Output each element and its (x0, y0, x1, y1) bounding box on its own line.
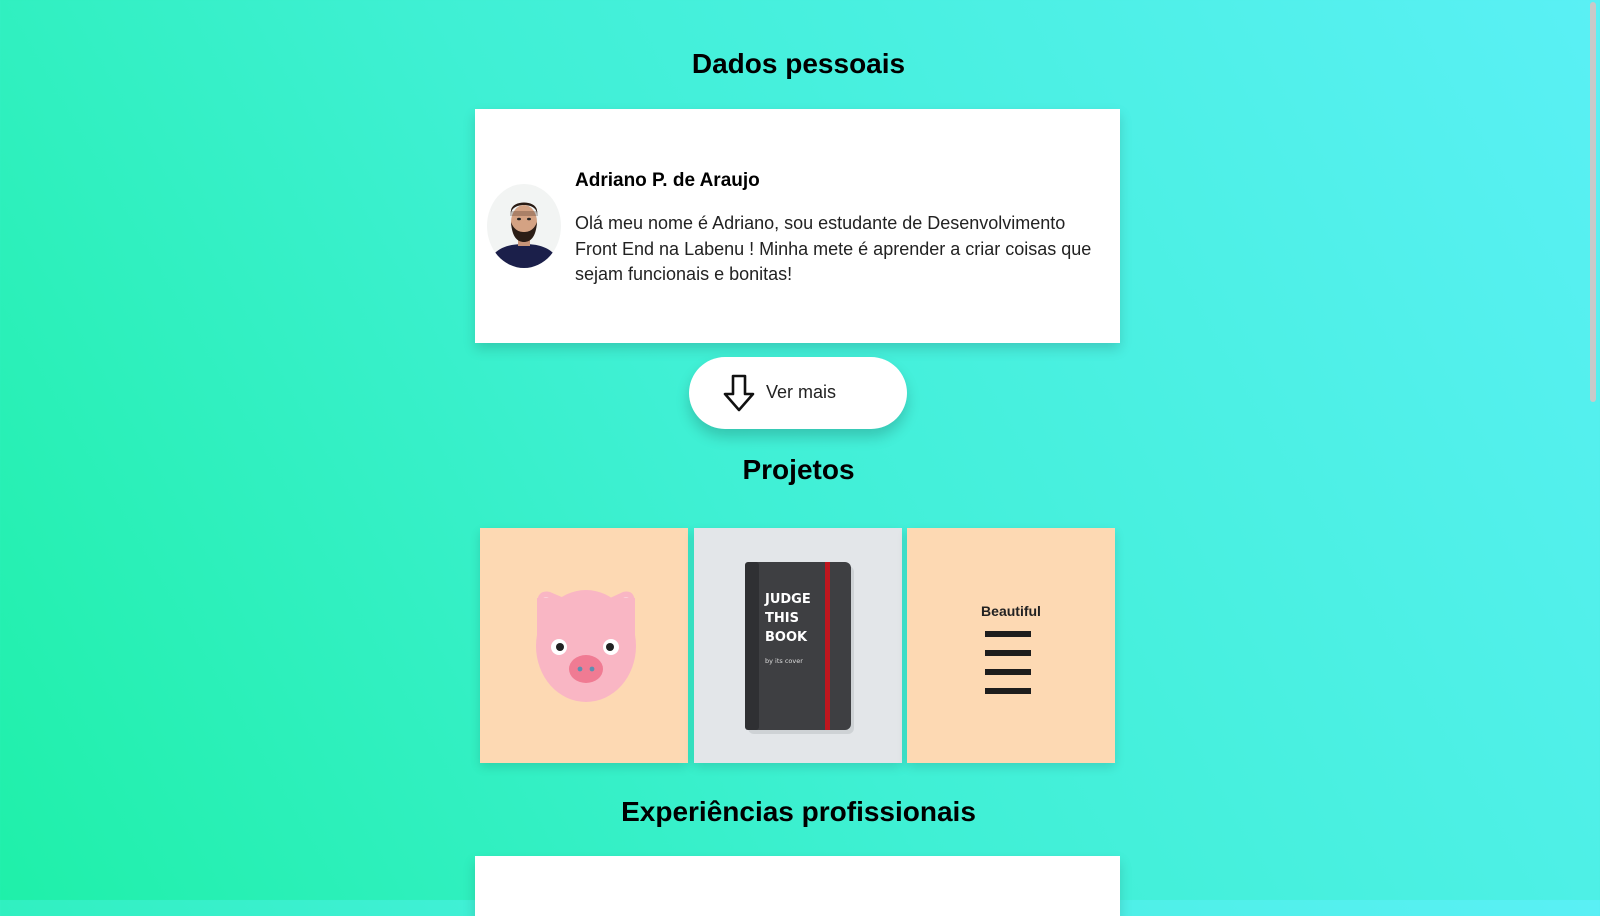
experience-card (475, 856, 1120, 916)
profile-card: Adriano P. de Araujo Olá meu nome é Adri… (475, 109, 1120, 343)
experience-title: Experiências profissionais (621, 796, 976, 827)
arrow-down-icon (723, 374, 755, 412)
hamburger-illustration (985, 631, 1031, 694)
profile-bio: Olá meu nome é Adriano, sou estudante de… (575, 213, 1092, 284)
see-more-label: Ver mais (766, 382, 837, 402)
pig-illustration (536, 590, 636, 702)
projects-gallery: JUDGE THIS BOOK by its cover Beautiful (0, 528, 1597, 763)
book-cover-line: BOOK (765, 630, 808, 645)
book-illustration: JUDGE THIS BOOK by its cover (745, 562, 854, 734)
see-more-button[interactable]: Ver mais (689, 357, 907, 429)
project-card-beautiful[interactable]: Beautiful (907, 528, 1115, 763)
personal-data-title: Dados pessoais (691, 48, 906, 79)
book-cover-line: THIS (765, 611, 799, 626)
book-cover-line: JUDGE (764, 592, 811, 607)
project-card-book[interactable]: JUDGE THIS BOOK by its cover (694, 528, 902, 763)
book-cover-subtitle: by its cover (765, 657, 803, 665)
page: Dados pessoais Adriano P. de Araujo Olá … (0, 0, 1583, 916)
projects-title: Projetos (742, 454, 855, 485)
avatar (487, 184, 561, 268)
profile-name: Adriano P. de Araujo (575, 170, 760, 191)
scrollbar[interactable] (1583, 0, 1600, 900)
scroll-thumb[interactable] (1590, 2, 1596, 402)
project-card-pig[interactable] (480, 528, 688, 763)
